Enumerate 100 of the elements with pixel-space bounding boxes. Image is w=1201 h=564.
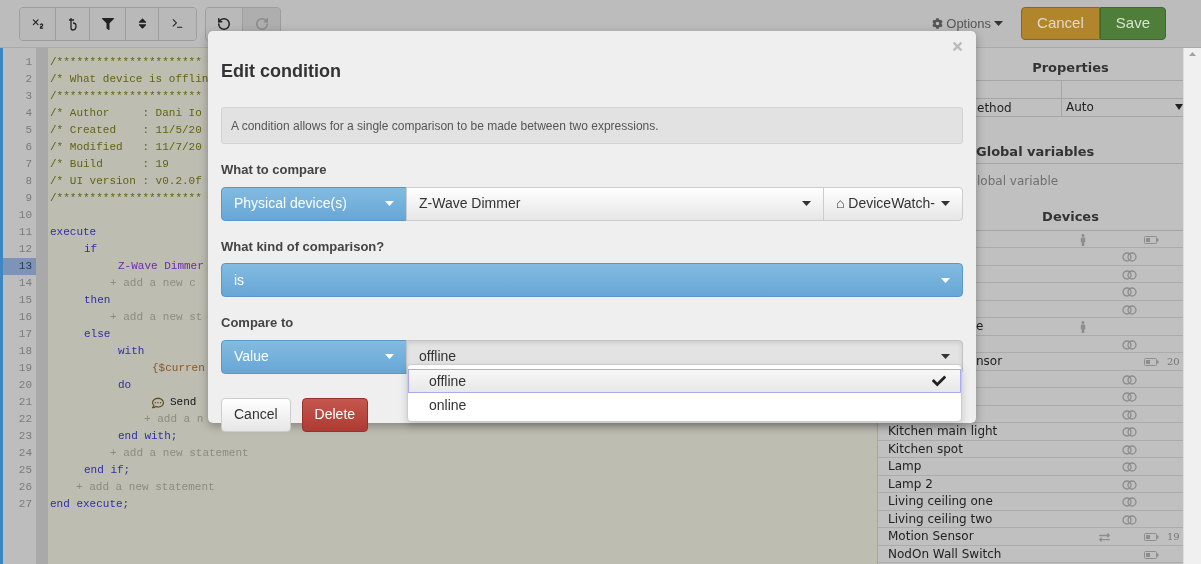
code-text: do bbox=[118, 378, 132, 394]
check-icon bbox=[932, 374, 946, 388]
battery-icon bbox=[1144, 533, 1159, 541]
subscript-button[interactable] bbox=[20, 7, 56, 40]
scrollbar[interactable] bbox=[1183, 48, 1201, 564]
line-number: 2 bbox=[24, 72, 33, 87]
save-button[interactable]: Save bbox=[1099, 7, 1166, 40]
toggle-icon bbox=[1122, 269, 1137, 280]
caret-icon bbox=[385, 354, 394, 359]
line-number: 4 bbox=[24, 106, 33, 121]
panel-heading: Properties bbox=[1031, 59, 1110, 77]
line-number: 8 bbox=[24, 174, 33, 189]
toggle-icon bbox=[1122, 514, 1137, 525]
device-name[interactable]: Living ceiling one bbox=[888, 493, 993, 510]
code-text: Z-Wave Dimmer bbox=[118, 259, 204, 275]
code-text: Send bbox=[152, 394, 197, 411]
property-label: ethod bbox=[977, 100, 1012, 115]
line-number: 11 bbox=[17, 225, 33, 240]
line-number: 9 bbox=[24, 191, 33, 206]
scroll-up-icon bbox=[1189, 52, 1196, 56]
caret-icon bbox=[994, 21, 1004, 26]
code-text: /********************** bbox=[50, 191, 202, 207]
code-text: else bbox=[84, 327, 111, 343]
code-text: execute bbox=[50, 225, 97, 241]
field-label: What kind of comparison? bbox=[221, 237, 386, 256]
line-number: 6 bbox=[24, 140, 33, 155]
line-number: 24 bbox=[17, 446, 33, 461]
line-number: 3 bbox=[24, 89, 33, 104]
terminal-icon bbox=[171, 17, 184, 30]
battery-icon bbox=[1144, 235, 1159, 244]
toggle-icon bbox=[1122, 427, 1137, 437]
filter-icon bbox=[101, 17, 114, 30]
device-name[interactable]: Lamp 2 bbox=[888, 475, 933, 492]
line-number: 21 bbox=[17, 395, 33, 410]
code-text: /* UI version : v0.2.0f bbox=[50, 174, 202, 190]
caret-icon bbox=[941, 277, 950, 283]
line-number: 14 bbox=[17, 276, 33, 291]
line-number: 27 bbox=[17, 497, 33, 512]
code-text: with bbox=[118, 344, 145, 360]
code-text: /* What device is offlin bbox=[50, 72, 209, 88]
code-text: /* Author : Dani Io bbox=[50, 106, 202, 122]
caret-icon bbox=[802, 201, 811, 206]
battery-level: 20 bbox=[1167, 355, 1180, 369]
line-number: 7 bbox=[24, 157, 33, 172]
code-text: /********************** bbox=[50, 89, 202, 105]
caret-icon bbox=[385, 201, 394, 206]
select-dropdown[interactable]: Z-Wave Dimmer bbox=[406, 186, 824, 221]
settings-icon bbox=[932, 18, 944, 29]
variable-icon bbox=[67, 16, 78, 31]
device-name[interactable]: Motion Sensor bbox=[888, 528, 974, 545]
field-label: What to compare bbox=[221, 161, 328, 179]
panel-heading: Global variables bbox=[976, 142, 1096, 161]
subscript-icon bbox=[30, 16, 45, 31]
line-number: 12 bbox=[17, 242, 33, 257]
cancel-button[interactable]: Cancel bbox=[221, 397, 291, 432]
device-name[interactable]: Living ceiling two bbox=[888, 510, 993, 527]
line-number: 15 bbox=[17, 293, 33, 308]
dialog-title: Edit condition bbox=[221, 60, 342, 83]
device-name[interactable]: Kitchen spot bbox=[888, 440, 963, 457]
toggle-icon bbox=[1122, 374, 1137, 385]
code-text: end with; bbox=[118, 429, 178, 445]
battery-icon bbox=[1144, 358, 1159, 366]
line-number: 13 bbox=[3, 258, 36, 275]
device-name[interactable]: Kitchen main light bbox=[888, 423, 998, 440]
device-name[interactable]: Lamp bbox=[888, 458, 922, 475]
caret-icon bbox=[941, 201, 950, 206]
info-box: A condition allows for a single comparison to be made between two expressions. bbox=[221, 107, 963, 144]
device-name[interactable]: e bbox=[976, 318, 984, 335]
line-number: 10 bbox=[17, 208, 33, 223]
code-text: {$curren bbox=[152, 361, 205, 377]
device-name[interactable]: nsor bbox=[976, 353, 1003, 370]
code-text: /* Created : 11/5/20 bbox=[50, 123, 202, 139]
code-text: end execute; bbox=[50, 497, 130, 513]
line-number: 18 bbox=[17, 344, 33, 359]
code-text: /* Build : 19 bbox=[50, 157, 169, 173]
code-text: /* Modified : 11/7/20 bbox=[50, 140, 202, 156]
menu-option[interactable]: offline bbox=[408, 369, 961, 393]
line-number: 5 bbox=[24, 123, 33, 138]
menu-option[interactable]: online bbox=[408, 393, 961, 417]
device-name[interactable]: NodOn Wall Switch bbox=[888, 545, 1002, 562]
panel-heading: Devices bbox=[1041, 208, 1100, 226]
swap-arrows-icon bbox=[1099, 532, 1110, 543]
line-number: 26 bbox=[17, 480, 33, 495]
toggle-icon bbox=[1122, 392, 1137, 402]
code-text: if bbox=[84, 242, 98, 258]
battery-level: 19 bbox=[1167, 530, 1180, 544]
toggle-icon bbox=[1122, 339, 1137, 350]
line-number: 22 bbox=[17, 412, 33, 427]
options-menu[interactable]: Options bbox=[932, 13, 1004, 34]
toggle-icon bbox=[1122, 479, 1137, 490]
line-number: 23 bbox=[17, 429, 33, 444]
select-dropdown[interactable]: ⌂ DeviceWatch- bbox=[823, 186, 963, 221]
empty-text: lobal variable bbox=[977, 174, 1059, 188]
line-number: 25 bbox=[17, 463, 33, 478]
delete-button[interactable]: Delete bbox=[301, 397, 369, 432]
code-text: end if; bbox=[84, 463, 131, 479]
undo-icon bbox=[217, 16, 231, 31]
line-number: 17 bbox=[17, 327, 33, 342]
redo-icon bbox=[254, 16, 269, 31]
code-text: /********************** bbox=[50, 55, 202, 71]
